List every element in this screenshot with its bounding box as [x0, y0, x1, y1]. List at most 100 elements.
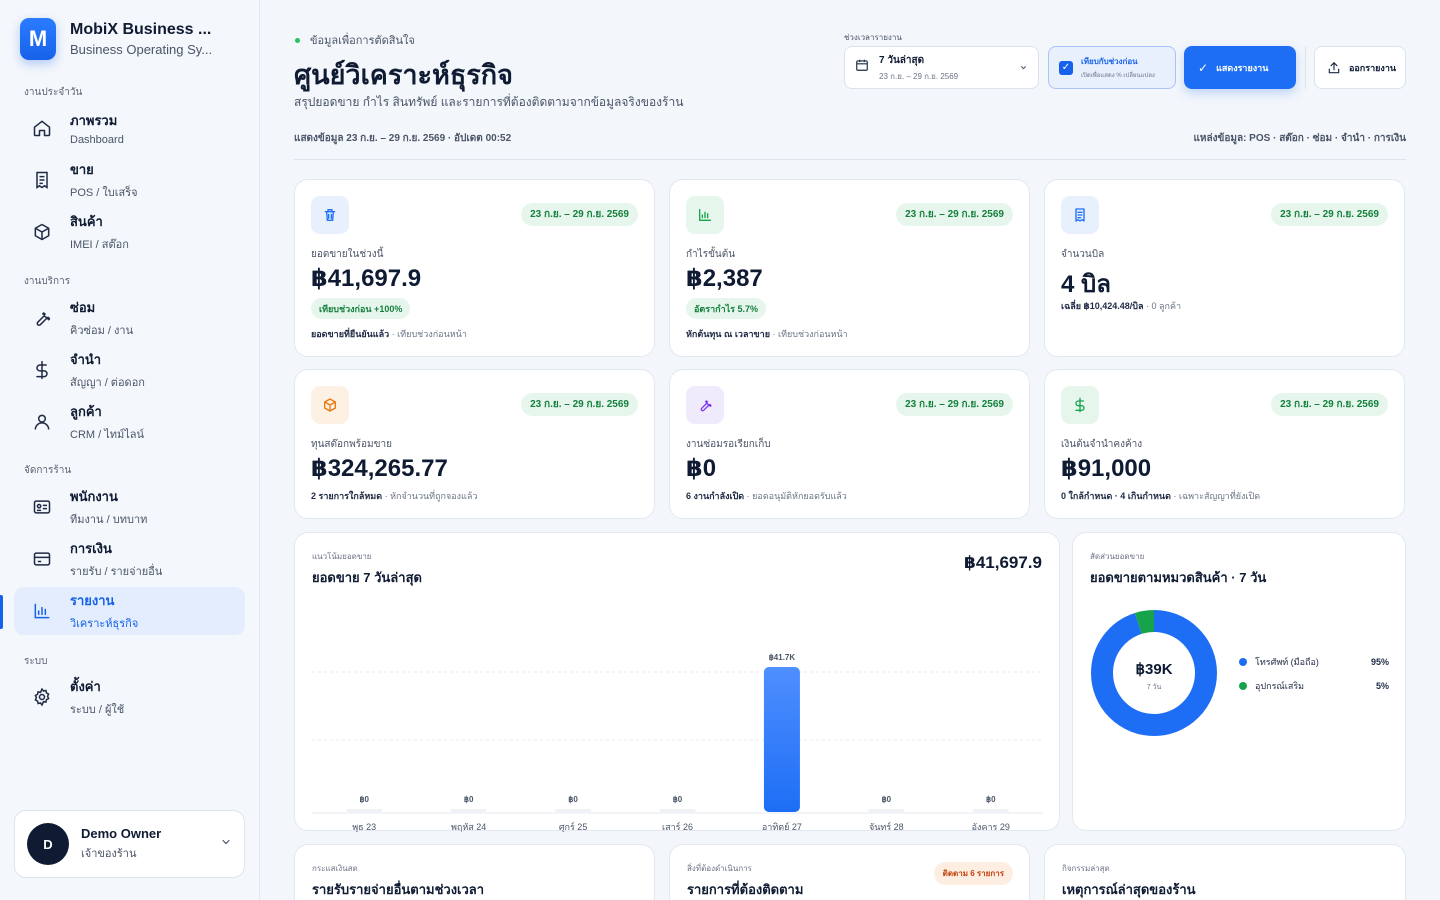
stat-footnote-text: · 0 ลูกค้า — [1143, 301, 1182, 311]
receipt-icon — [14, 170, 70, 190]
sidebar-item-products[interactable]: สินค้า IMEI / สต๊อก — [14, 208, 245, 256]
stat-card[interactable]: 23 ก.ย. – 29 ก.ย. 2569 งานซ่อมรอเรียกเก็… — [669, 369, 1030, 519]
legend-label: โทรศัพท์ (มือถือ) — [1255, 657, 1319, 667]
receipt-icon — [1061, 196, 1099, 234]
sidebar-item-sales[interactable]: ขาย POS / ใบเสร็จ — [14, 156, 245, 204]
x-tick-label: อาทิตย์ 27 — [762, 821, 802, 832]
card-icon — [14, 549, 70, 569]
user-name: Demo Owner — [81, 826, 162, 841]
id-card-icon — [14, 497, 70, 517]
stat-card[interactable]: 23 ก.ย. – 29 ก.ย. 2569 จำนวนบิล 4 บิล เฉ… — [1044, 179, 1405, 357]
stat-label: จำนวนบิล — [1061, 249, 1105, 260]
sidebar-item-label: จำนำ — [70, 352, 102, 367]
stat-footnote-strong: 2 รายการใกล้หมด — [311, 491, 383, 501]
stat-footnote-strong: ยอดขายที่ยืนยันแล้ว — [311, 329, 390, 339]
chart-bar[interactable] — [972, 809, 1009, 812]
dollar-icon — [1061, 386, 1099, 424]
legend-item[interactable]: โทรศัพท์ (มือถือ) 95% — [1239, 655, 1389, 669]
activity-card: กิจกรรมล่าสุด เหตุการณ์ล่าสุดของร้าน — [1044, 844, 1406, 900]
date-range-select[interactable]: 7 วันล่าสุด 23 ก.ย. – 29 ก.ย. 2569 — [844, 46, 1039, 89]
chart-bar[interactable] — [346, 809, 383, 812]
sidebar-item-sublabel: รายรับ / รายจ่ายอื่น — [70, 566, 163, 578]
export-label: ออกรายงาน — [1349, 62, 1397, 73]
change-badge: อัตรากำไร 5.7% — [686, 298, 767, 319]
legend-value: 5% — [1375, 681, 1389, 691]
chart-bar[interactable] — [659, 809, 696, 812]
sidebar-item-label: ขาย — [70, 162, 94, 177]
stat-footnote: ยอดขายที่ยืนยันแล้ว · เทียบช่วงก่อนหน้า — [311, 327, 467, 341]
nav-section-store: จัดการร้าน — [24, 465, 72, 476]
date-badge: 23 ก.ย. – 29 ก.ย. 2569 — [896, 203, 1013, 226]
nav-section-daily: งานประจำวัน — [24, 87, 83, 98]
stat-footnote-text: · เฉพาะสัญญาที่ยังเปิด — [1170, 491, 1261, 501]
date-badge: 23 ก.ย. – 29 ก.ย. 2569 — [896, 393, 1013, 416]
sales-trend-card: แนวโน้มยอดขาย ยอดขาย 7 วันล่าสุด ฿41,697… — [294, 532, 1060, 832]
calendar-icon — [855, 58, 869, 77]
status-dot — [295, 37, 300, 43]
stat-value: ฿324,265.77 — [311, 455, 448, 482]
sidebar-item-label: ภาพรวม — [70, 113, 118, 128]
show-report-button[interactable]: ✓ แสดงรายงาน — [1184, 46, 1296, 89]
stat-footnote: 2 รายการใกล้หมด · หักจำนวนที่ถูกจองแล้ว — [311, 489, 477, 503]
card-eyebrow: กิจกรรมล่าสุด — [1062, 864, 1110, 873]
stat-label: เงินต้นจำนำคงค้าง — [1061, 439, 1143, 450]
bar-data-label: ฿0 — [464, 795, 474, 804]
page-description: สรุปยอดขาย กำไร สินทรัพย์ และรายการที่ต้… — [294, 95, 684, 109]
sidebar-item-overview[interactable]: ภาพรวม Dashboard — [14, 104, 245, 152]
chart-bar[interactable] — [868, 809, 905, 812]
card-eyebrow: สิ่งที่ต้องดำเนินการ — [687, 864, 752, 873]
date-badge: 23 ก.ย. – 29 ก.ย. 2569 — [521, 203, 638, 226]
bar-data-label: ฿0 — [568, 795, 578, 804]
compare-label: เทียบกับช่วงก่อน — [1081, 57, 1138, 66]
check-icon[interactable]: ✓ — [1059, 60, 1073, 75]
bar-data-label: ฿0 — [673, 795, 683, 804]
chart-bar[interactable] — [763, 667, 800, 812]
stat-card[interactable]: 23 ก.ย. – 29 ก.ย. 2569 ทุนสต๊อกพร้อมขาย … — [294, 369, 655, 519]
sidebar-item-finance[interactable]: การเงิน รายรับ / รายจ่ายอื่น — [14, 535, 245, 583]
chart-bar[interactable] — [555, 809, 592, 812]
sidebar-item-repair[interactable]: ซ่อม คิวซ่อม / งาน — [14, 294, 245, 342]
stat-footnote-text: · ยอดอนุมัติหักยอดรับแล้ว — [744, 491, 847, 501]
stat-card[interactable]: 23 ก.ย. – 29 ก.ย. 2569 เงินต้นจำนำคงค้าง… — [1044, 369, 1405, 519]
chart-bar[interactable] — [450, 809, 487, 812]
stat-footnote-strong: เฉลี่ย ฿10,424.48/บิล — [1061, 301, 1144, 311]
stat-footnote: 0 ใกล้กำหนด · 4 เกินกำหนด · เฉพาะสัญญาที… — [1061, 489, 1260, 503]
user-menu[interactable]: D Demo Owner เจ้าของร้าน — [14, 810, 245, 878]
brand-subtitle: Business Operating Sy... — [70, 42, 213, 57]
stat-footnote-strong: หักต้นทุน ณ เวลาขาย — [686, 329, 770, 339]
stat-card[interactable]: 23 ก.ย. – 29 ก.ย. 2569 ยอดขายในช่วงนี้ ฿… — [294, 179, 655, 357]
legend-swatch — [1239, 658, 1247, 666]
info-row: แสดงข้อมูล 23 ก.ย. – 29 ก.ย. 2569 · อัปเ… — [294, 131, 1406, 146]
stat-footnote-text: · เทียบช่วงก่อนหน้า — [770, 329, 848, 339]
legend-item[interactable]: อุปกรณ์เสริม 5% — [1239, 679, 1389, 693]
followup-badge[interactable]: ติดตาม 6 รายการ — [933, 862, 1013, 885]
nav-section-system: ระบบ — [24, 656, 48, 667]
sidebar-item-reports[interactable]: รายงาน วิเคราะห์ธุรกิจ — [14, 587, 245, 635]
x-tick-label: ศุกร์ 25 — [559, 821, 588, 832]
avatar: D — [27, 823, 69, 865]
check-icon: ✓ — [1198, 60, 1209, 75]
compare-toggle[interactable]: ✓ เทียบกับช่วงก่อน เปิดเพื่อแสดง % เปลี่… — [1048, 46, 1176, 89]
brand[interactable]: M MobiX Business ... Business Operating … — [20, 18, 212, 60]
bar-data-label: ฿0 — [882, 795, 892, 804]
sidebar-item-pawn[interactable]: จำนำ สัญญา / ต่อดอก — [14, 346, 245, 394]
compare-hint: เปิดเพื่อแสดง % เปลี่ยนแปลง — [1081, 73, 1155, 79]
sidebar-item-sublabel: IMEI / สต๊อก — [70, 239, 129, 251]
stat-card[interactable]: 23 ก.ย. – 29 ก.ย. 2569 กำไรขั้นต้น ฿2,38… — [669, 179, 1030, 357]
x-tick-label: เสาร์ 26 — [662, 821, 693, 832]
bar-data-label: ฿0 — [986, 795, 996, 804]
category-share-card: สัดส่วนยอดขาย ยอดขายตามหมวดสินค้า · 7 วั… — [1072, 532, 1406, 831]
bar-chart-icon — [686, 196, 724, 234]
sidebar-item-settings[interactable]: ตั้งค่า ระบบ / ผู้ใช้ — [14, 673, 245, 721]
x-tick-label: อังคาร 29 — [972, 822, 1010, 832]
sidebar-item-customers[interactable]: ลูกค้า CRM / ไทม์ไลน์ — [14, 398, 245, 446]
bar-chart-icon — [14, 601, 70, 621]
upload-icon — [1328, 61, 1340, 73]
card-title: รายการที่ต้องติดตาม — [687, 882, 804, 897]
sidebar-item-staff[interactable]: พนักงาน ทีมงาน / บทบาท — [14, 483, 245, 531]
export-button[interactable]: ออกรายงาน — [1314, 46, 1406, 89]
sidebar-item-sublabel: ระบบ / ผู้ใช้ — [70, 704, 125, 716]
sidebar-item-label: พนักงาน — [70, 489, 118, 504]
stat-value: ฿0 — [686, 455, 717, 482]
date-badge: 23 ก.ย. – 29 ก.ย. 2569 — [1271, 393, 1388, 416]
